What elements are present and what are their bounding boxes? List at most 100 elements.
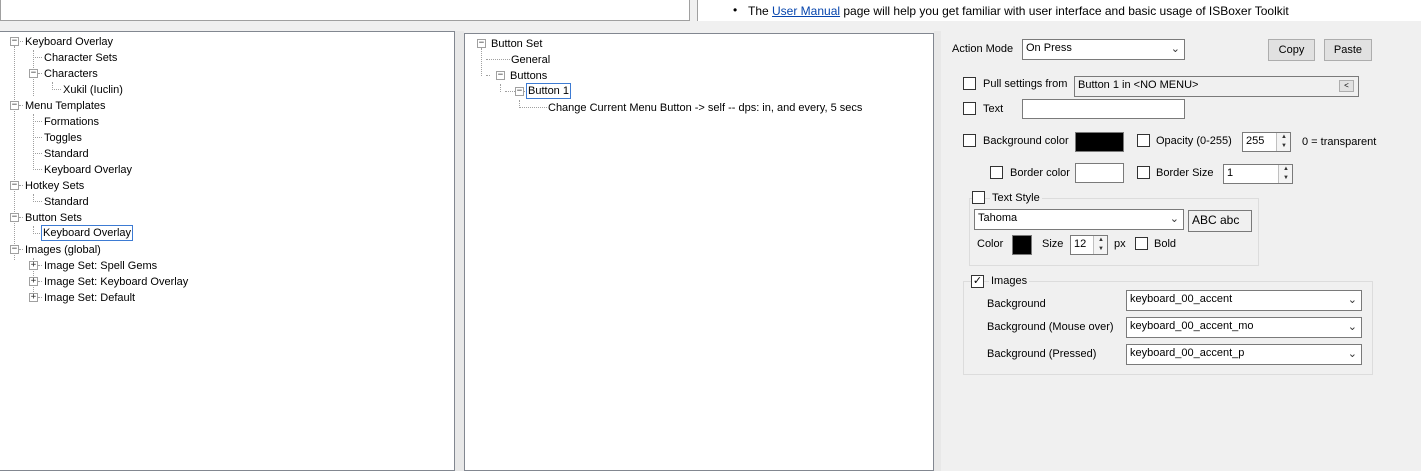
text-label: Text bbox=[983, 103, 1004, 115]
config-tree: − − − − − − + + + Keyboard Overlay Chara… bbox=[0, 31, 455, 471]
top-left-panel bbox=[0, 0, 690, 21]
tree-node-action[interactable]: Change Current Menu Button -> self -- dp… bbox=[546, 100, 864, 116]
border-size-checkbox[interactable] bbox=[1137, 166, 1150, 179]
collapse-icon[interactable]: − bbox=[10, 37, 19, 46]
pull-settings-value: Button 1 in <NO MENU> bbox=[1078, 79, 1199, 91]
help-suffix: page will help you get familiar with use… bbox=[840, 4, 1289, 18]
border-size-spinner[interactable]: 1 ▲ ▼ bbox=[1223, 164, 1293, 184]
background-image-label: Background bbox=[987, 298, 1046, 310]
tree-node-hotkey-sets[interactable]: Hotkey Sets bbox=[23, 178, 86, 194]
opacity-spinner[interactable]: 255 ▲ ▼ bbox=[1242, 132, 1291, 152]
help-text: The User Manual page will help you get f… bbox=[748, 4, 1289, 18]
text-color-label: Color bbox=[977, 238, 1004, 250]
paste-button[interactable]: Paste bbox=[1324, 39, 1372, 61]
tree-node-image-set-keyboard-overlay[interactable]: Image Set: Keyboard Overlay bbox=[42, 274, 190, 290]
tree-node-standard[interactable]: Standard bbox=[42, 146, 91, 162]
tree-node-image-set-default[interactable]: Image Set: Default bbox=[42, 290, 137, 306]
text-style-label: Text Style bbox=[990, 192, 1042, 204]
opacity-label: Opacity (0-255) bbox=[1156, 135, 1232, 147]
tree-node-general[interactable]: General bbox=[509, 52, 552, 68]
tree-node-character-xukil[interactable]: Xukil (Iuclin) bbox=[61, 82, 125, 98]
collapse-icon[interactable]: − bbox=[10, 181, 19, 190]
border-size-label: Border Size bbox=[1156, 167, 1214, 179]
left-splitter[interactable] bbox=[455, 31, 464, 471]
text-checkbox[interactable] bbox=[963, 102, 976, 115]
font-size-value: 12 bbox=[1074, 238, 1087, 250]
help-bullet: • bbox=[733, 3, 738, 17]
pull-settings-browse-button[interactable]: < bbox=[1339, 80, 1354, 92]
px-label: px bbox=[1114, 238, 1126, 250]
tree-node-button-set[interactable]: Button Set bbox=[489, 36, 544, 52]
user-manual-link[interactable]: User Manual bbox=[772, 4, 840, 18]
collapse-icon[interactable]: − bbox=[10, 213, 19, 222]
border-color-swatch[interactable] bbox=[1075, 163, 1124, 183]
opacity-checkbox[interactable] bbox=[1137, 134, 1150, 147]
chevron-down-icon: ⌄ bbox=[1169, 213, 1179, 225]
collapse-icon[interactable]: − bbox=[515, 87, 524, 96]
tree-node-button-1[interactable]: Button 1 bbox=[526, 83, 571, 99]
background-color-swatch[interactable] bbox=[1075, 132, 1124, 152]
tree-node-toggles[interactable]: Toggles bbox=[42, 130, 84, 146]
border-color-checkbox[interactable] bbox=[990, 166, 1003, 179]
tree-node-image-set-spell-gems[interactable]: Image Set: Spell Gems bbox=[42, 258, 159, 274]
background-color-label: Background color bbox=[983, 135, 1069, 147]
pull-settings-label: Pull settings from bbox=[983, 78, 1068, 90]
collapse-icon[interactable]: − bbox=[10, 245, 19, 254]
spin-arrows-icon[interactable]: ▲ ▼ bbox=[1093, 236, 1107, 254]
tree-node-formations[interactable]: Formations bbox=[42, 114, 101, 130]
right-splitter[interactable] bbox=[934, 31, 941, 471]
bold-checkbox[interactable] bbox=[1135, 237, 1148, 250]
background-mouseover-dropdown[interactable]: keyboard_00_accent_mo ⌄ bbox=[1126, 317, 1362, 338]
chevron-down-icon: ⌄ bbox=[1347, 321, 1357, 333]
tree-node-keyboard-overlay[interactable]: Keyboard Overlay bbox=[23, 34, 115, 50]
transparent-note: 0 = transparent bbox=[1302, 136, 1377, 148]
chevron-down-icon: ⌄ bbox=[1347, 294, 1357, 306]
chevron-down-icon: ⌄ bbox=[1347, 348, 1357, 360]
font-dropdown[interactable]: Tahoma ⌄ bbox=[974, 209, 1184, 230]
spin-arrows-icon[interactable]: ▲ ▼ bbox=[1276, 133, 1290, 151]
text-input[interactable] bbox=[1022, 99, 1185, 119]
background-mouseover-value: keyboard_00_accent_mo bbox=[1130, 320, 1254, 332]
font-size-spinner[interactable]: 12 ▲ ▼ bbox=[1070, 235, 1108, 255]
expand-icon[interactable]: + bbox=[29, 261, 38, 270]
background-image-dropdown[interactable]: keyboard_00_accent ⌄ bbox=[1126, 290, 1362, 311]
button-set-tree: − − − Button Set General Buttons Button … bbox=[464, 33, 934, 471]
copy-button[interactable]: Copy bbox=[1268, 39, 1315, 61]
pull-settings-field[interactable]: Button 1 in <NO MENU> bbox=[1074, 76, 1359, 97]
tree-node-characters[interactable]: Characters bbox=[42, 66, 100, 82]
background-pressed-label: Background (Pressed) bbox=[987, 348, 1097, 360]
tree-node-button-sets[interactable]: Button Sets bbox=[23, 210, 84, 226]
action-mode-label: Action Mode bbox=[952, 43, 1014, 55]
collapse-icon[interactable]: − bbox=[10, 101, 19, 110]
pull-settings-checkbox[interactable] bbox=[963, 77, 976, 90]
help-prefix: The bbox=[748, 4, 773, 18]
background-image-value: keyboard_00_accent bbox=[1130, 293, 1233, 305]
text-style-checkbox[interactable] bbox=[972, 191, 985, 204]
font-preview: ABC abc bbox=[1188, 210, 1252, 232]
tree-node-bs-keyboard-overlay[interactable]: Keyboard Overlay bbox=[41, 225, 134, 241]
action-mode-value: On Press bbox=[1026, 42, 1072, 54]
button-properties-panel: Action Mode On Press ⌄ Copy Paste Pull se… bbox=[941, 33, 1421, 471]
font-value: Tahoma bbox=[978, 212, 1018, 224]
background-pressed-dropdown[interactable]: keyboard_00_accent_p ⌄ bbox=[1126, 344, 1362, 365]
size-label: Size bbox=[1042, 238, 1064, 250]
expand-icon[interactable]: + bbox=[29, 277, 38, 286]
tree-node-menu-templates[interactable]: Menu Templates bbox=[23, 98, 108, 114]
expand-icon[interactable]: + bbox=[29, 293, 38, 302]
background-color-checkbox[interactable] bbox=[963, 134, 976, 147]
spin-arrows-icon[interactable]: ▲ ▼ bbox=[1278, 165, 1292, 183]
collapse-icon[interactable]: − bbox=[477, 39, 486, 48]
collapse-icon[interactable]: − bbox=[496, 71, 505, 80]
collapse-icon[interactable]: − bbox=[29, 69, 38, 78]
tree-node-images-global[interactable]: Images (global) bbox=[23, 242, 103, 258]
chevron-down-icon: ⌄ bbox=[1170, 43, 1180, 55]
background-mouseover-label: Background (Mouse over) bbox=[987, 321, 1114, 333]
tree-node-hs-standard[interactable]: Standard bbox=[42, 194, 91, 210]
text-color-swatch[interactable] bbox=[1012, 235, 1032, 255]
border-size-value: 1 bbox=[1227, 167, 1234, 179]
action-mode-dropdown[interactable]: On Press ⌄ bbox=[1022, 39, 1185, 60]
tree-node-character-sets[interactable]: Character Sets bbox=[42, 50, 119, 66]
tree-node-mt-keyboard-overlay[interactable]: Keyboard Overlay bbox=[42, 162, 134, 178]
tree-node-buttons[interactable]: Buttons bbox=[508, 68, 549, 84]
images-checkbox[interactable]: ✓ bbox=[971, 275, 984, 288]
